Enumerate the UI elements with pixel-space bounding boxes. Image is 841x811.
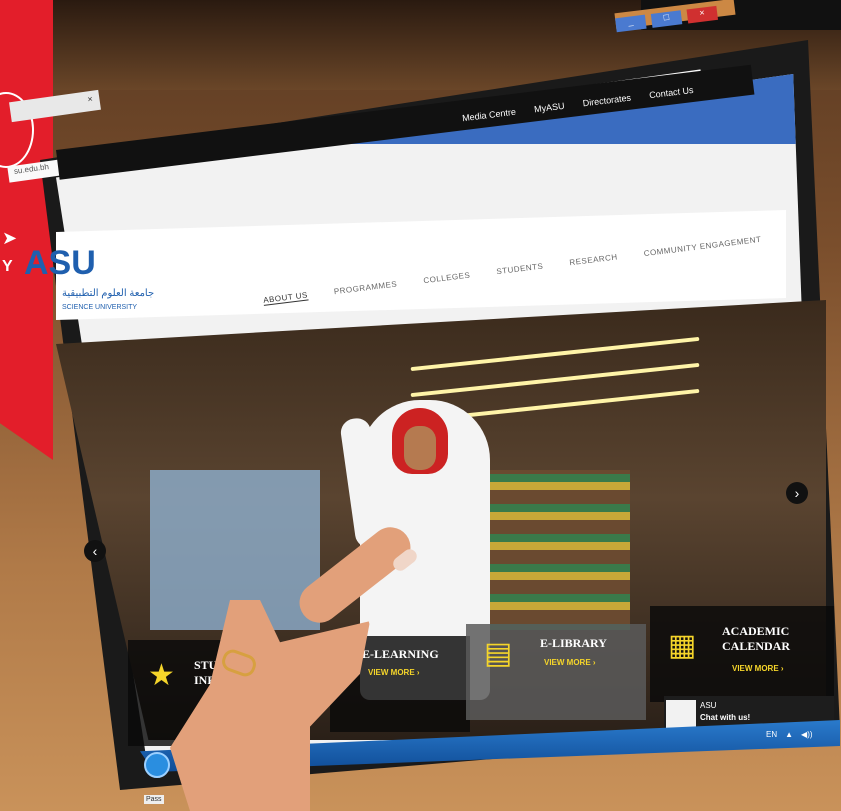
system-tray: EN ▲ ◀)): [766, 730, 813, 739]
laurel-star-icon: ★: [148, 659, 175, 692]
tab-close-icon[interactable]: ×: [87, 94, 94, 105]
tile-e-learning-link[interactable]: VIEW MORE ›: [368, 668, 420, 677]
windows-start-icon[interactable]: [144, 752, 170, 778]
bird-logo-icon: ➤: [2, 228, 18, 248]
slider-next-arrow[interactable]: ›: [786, 482, 808, 504]
language-indicator[interactable]: EN: [766, 730, 777, 739]
red-banner: ➤ Y: [0, 0, 53, 460]
nav-link-media-centre[interactable]: Media Centre: [462, 107, 517, 124]
hero-person-face: [404, 426, 436, 470]
tile-academic-calendar-link[interactable]: VIEW MORE ›: [732, 664, 784, 673]
chat-prompt[interactable]: Chat with us!: [700, 713, 750, 722]
nav-item-research[interactable]: RESEARCH: [569, 252, 618, 267]
nav-link-directorates[interactable]: Directorates: [582, 93, 631, 109]
chat-avatar: [666, 700, 696, 728]
tile-e-library-title: E-LIBRARY: [540, 636, 607, 650]
calendar-icon: ▦: [668, 629, 697, 662]
banner-text: Y: [2, 258, 13, 275]
books-icon: ▤: [484, 637, 513, 670]
nav-item-colleges[interactable]: COLLEGES: [423, 271, 471, 286]
logo-english-text: SCIENCE UNIVERSITY: [62, 304, 138, 311]
logo-arabic-text: جامعة العلوم التطبيقية: [62, 288, 155, 299]
site-logo[interactable]: ASU: [24, 244, 96, 283]
tray-expand-icon[interactable]: ▲: [785, 730, 793, 739]
nav-item-students[interactable]: STUDENTS: [496, 262, 544, 277]
monitor-sticker: Pass: [144, 795, 164, 804]
chat-agent-name: ASU: [700, 701, 717, 710]
tile-e-learning-title: E-LEARNING: [362, 647, 439, 661]
ceiling-lights: [340, 300, 700, 424]
nav-link-myasu[interactable]: MyASU: [534, 101, 566, 115]
volume-icon[interactable]: ◀)): [801, 730, 812, 739]
nav-link-contact-us[interactable]: Contact Us: [649, 85, 694, 100]
tile-academic-calendar-title: ACADEMIC CALENDAR: [722, 624, 791, 653]
tile-e-library-link[interactable]: VIEW MORE ›: [544, 658, 596, 667]
slider-prev-arrow[interactable]: ‹: [84, 540, 106, 562]
